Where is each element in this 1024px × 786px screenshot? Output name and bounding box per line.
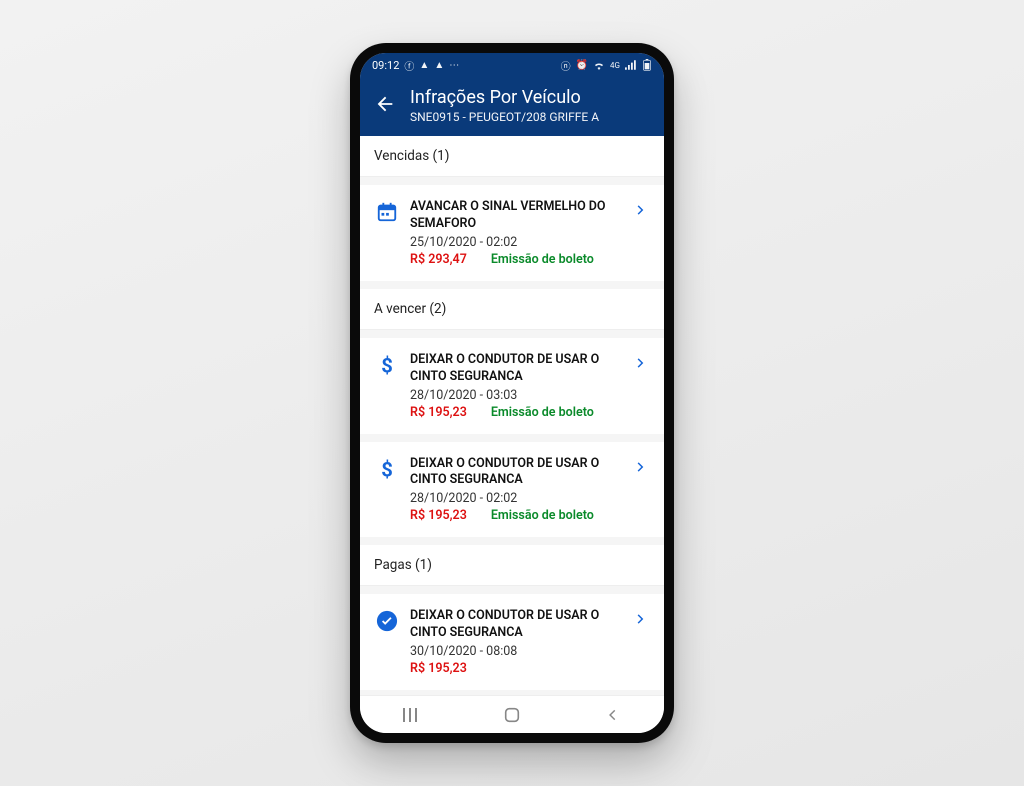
infraction-amount: R$ 195,23 [410,661,467,676]
alarm-icon: ⏰ [576,60,588,71]
content-scroll[interactable]: Vencidas (1) AVANCAR O SINAL VERMELHO DO… [360,136,664,695]
chevron-right-icon [634,356,652,370]
svg-text:$: $ [381,458,393,481]
screen: 09:12 ⓕ ▲ ▲ ⋯ ⓝ ⏰ 4G [360,53,664,733]
app-bar: Infrações Por Veículo SNE0915 - PEUGEOT/… [360,77,664,136]
infraction-amount: R$ 195,23 [410,508,467,523]
infraction-date: 30/10/2020 - 08:08 [410,644,628,659]
android-nav-bar [360,695,664,733]
signal-icon [625,60,637,70]
nfc-icon: ⓝ [561,58,571,73]
infraction-card[interactable]: AVANCAR O SINAL VERMELHO DO SEMAFORO 25/… [360,185,664,281]
infraction-title: DEIXAR O CONDUTOR DE USAR O CINTO SEGURA… [410,456,628,490]
battery-icon [642,59,652,71]
status-time: 09:12 [372,59,399,72]
recent-apps-button[interactable] [397,705,425,725]
infraction-card[interactable]: $ DEIXAR O CONDUTOR DE USAR O CINTO SEGU… [360,338,664,434]
dollar-icon: $ [374,354,400,378]
facebook-icon: ⓕ [404,58,414,73]
wifi-icon [593,60,605,70]
infraction-status: Emissão de boleto [491,405,594,420]
notification-icon: ▲ [419,60,429,71]
infraction-date: 28/10/2020 - 02:02 [410,491,628,506]
infraction-card[interactable]: $ DEIXAR O CONDUTOR DE USAR O CINTO SEGU… [360,442,664,538]
back-nav-button[interactable] [599,705,627,725]
dollar-icon: $ [374,458,400,482]
infraction-title: AVANCAR O SINAL VERMELHO DO SEMAFORO [410,199,628,233]
chevron-right-icon [634,612,652,626]
phone-frame: 09:12 ⓕ ▲ ▲ ⋯ ⓝ ⏰ 4G [350,43,674,743]
network-label: 4G [610,61,620,70]
chevron-right-icon [634,203,652,217]
section-header-upcoming: A vencer (2) [360,289,664,330]
more-icon: ⋯ [449,60,459,71]
notification-icon: ▲ [434,60,444,71]
home-button[interactable] [498,705,526,725]
section-header-expired: Vencidas (1) [360,136,664,177]
check-circle-icon [374,610,400,632]
infraction-amount: R$ 195,23 [410,405,467,420]
back-button[interactable] [374,93,396,115]
infraction-title: DEIXAR O CONDUTOR DE USAR O CINTO SEGURA… [410,608,628,642]
svg-text:$: $ [381,354,393,377]
status-bar: 09:12 ⓕ ▲ ▲ ⋯ ⓝ ⏰ 4G [360,53,664,77]
infraction-title: DEIXAR O CONDUTOR DE USAR O CINTO SEGURA… [410,352,628,386]
infraction-amount: R$ 293,47 [410,252,467,267]
chevron-right-icon [634,460,652,474]
infraction-status: Emissão de boleto [491,252,594,267]
section-header-paid: Pagas (1) [360,545,664,586]
infraction-status: Emissão de boleto [491,508,594,523]
page-subtitle: SNE0915 - PEUGEOT/208 GRIFFE A [410,110,599,124]
infraction-date: 28/10/2020 - 03:03 [410,388,628,403]
infraction-date: 25/10/2020 - 02:02 [410,235,628,250]
arrow-left-icon [374,93,396,115]
page-title: Infrações Por Veículo [410,87,599,108]
infraction-card[interactable]: DEIXAR O CONDUTOR DE USAR O CINTO SEGURA… [360,594,664,690]
calendar-icon [374,201,400,223]
